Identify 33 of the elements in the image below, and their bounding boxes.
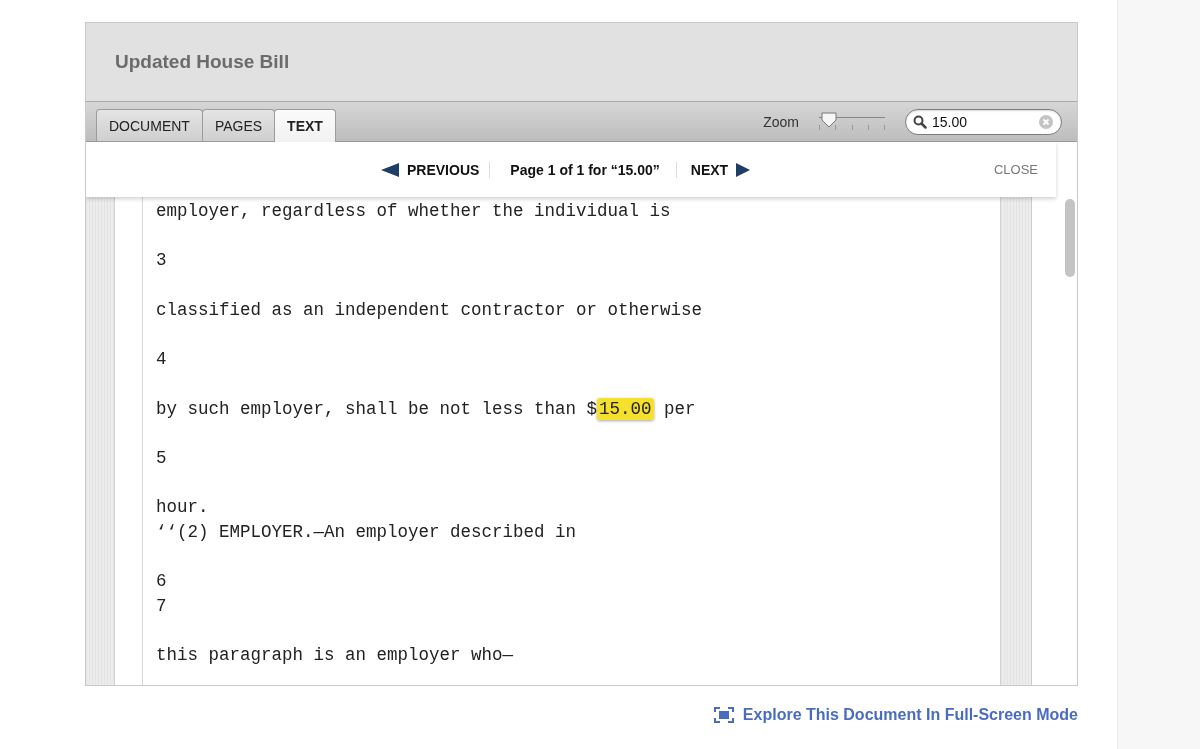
document-text: 7 bbox=[156, 596, 167, 616]
search-field[interactable]: 15.00 bbox=[905, 108, 1062, 135]
document-text: ‘‘(2) EMPLOYER.—An employer described in bbox=[156, 521, 577, 542]
zoom-slider[interactable] bbox=[819, 110, 885, 133]
document-text: 4 bbox=[156, 349, 167, 370]
tab[interactable]: DOCUMENT bbox=[96, 109, 203, 141]
zoom-label: Zoom bbox=[763, 113, 799, 130]
search-highlight: 15.00 bbox=[597, 397, 654, 420]
tab[interactable]: TEXT bbox=[274, 109, 336, 142]
match-status: Page 1 of 1 for “15.00” bbox=[489, 161, 677, 178]
document-text: classified as an independent contractor or otherwise bbox=[156, 299, 703, 320]
document-text: 6 bbox=[156, 571, 167, 592]
search-icon bbox=[913, 114, 927, 129]
tab[interactable]: PAGES bbox=[201, 109, 276, 141]
slider-thumb[interactable] bbox=[820, 111, 837, 128]
document-text: per bbox=[663, 398, 696, 419]
close-button[interactable]: CLOSE bbox=[993, 162, 1038, 177]
right-triangle-icon bbox=[736, 162, 751, 177]
document-text: this paragraph is an employer who— bbox=[156, 645, 514, 666]
document-text: 5 bbox=[156, 447, 167, 468]
fullscreen-link[interactable]: Explore This Document In Full-Screen Mode bbox=[713, 706, 1078, 724]
scrollbar-track[interactable] bbox=[1031, 197, 1077, 685]
viewer-title: Updated House Bill bbox=[115, 51, 290, 73]
document-text: by such employer, shall be not less than $ bbox=[156, 398, 598, 419]
previous-button[interactable]: PREVIOUS bbox=[381, 161, 480, 178]
document-text: hour. bbox=[156, 497, 209, 518]
scrollbar-thumb[interactable] bbox=[1065, 199, 1075, 277]
clear-icon[interactable] bbox=[1039, 114, 1053, 129]
fullscreen-icon bbox=[713, 707, 734, 723]
next-button[interactable]: NEXT bbox=[690, 161, 751, 178]
document-text: employer, regardless of whether the individual is bbox=[156, 201, 671, 221]
left-triangle-icon bbox=[381, 162, 399, 177]
document-text: 3 bbox=[156, 250, 167, 271]
